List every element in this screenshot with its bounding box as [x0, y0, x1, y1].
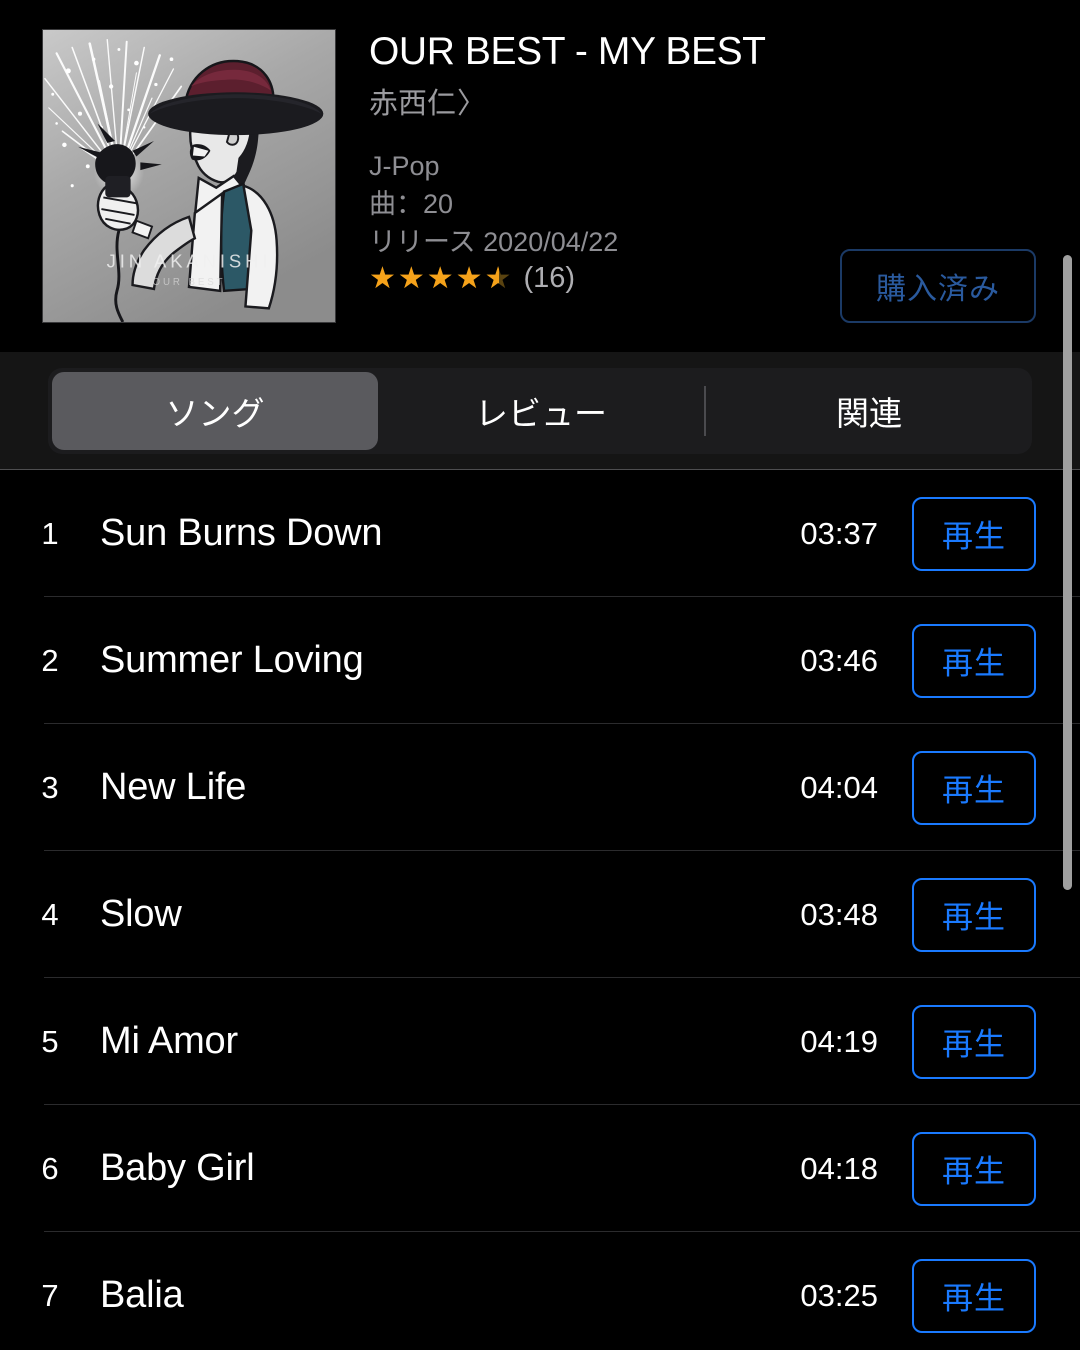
segmented-control: ソング レビュー 関連 — [48, 368, 1032, 454]
rating-count: (16) — [523, 262, 576, 295]
play-button[interactable]: 再生 — [912, 1004, 1036, 1079]
play-button[interactable]: 再生 — [912, 623, 1036, 698]
track-row[interactable]: 5 Mi Amor 04:19 再生 — [0, 978, 1080, 1105]
vertical-scrollbar[interactable] — [1063, 255, 1072, 890]
artist-name: 赤西仁 — [369, 87, 457, 120]
artwork-subcredit: OUR BEST — [152, 277, 225, 288]
track-row[interactable]: 3 New Life 04:04 再生 — [0, 724, 1080, 851]
track-title: Mi Amor — [100, 1020, 238, 1062]
star-rating-icon: ★★★★★ ★★★★★ — [369, 261, 514, 295]
album-release-date: リリース 2020/04/22 — [369, 226, 619, 257]
track-duration: 04:18 — [800, 1150, 878, 1186]
app-root: JIN AKANISHI OUR BEST OUR BEST - MY BEST… — [0, 0, 1080, 1350]
track-number: 6 — [41, 1150, 59, 1186]
track-duration: 03:48 — [800, 896, 878, 932]
play-button[interactable]: 再生 — [912, 1258, 1036, 1333]
track-duration: 03:25 — [800, 1277, 878, 1313]
track-number: 2 — [41, 642, 59, 678]
tab-bar: ソング レビュー 関連 — [0, 352, 1080, 470]
album-metadata: OUR BEST - MY BEST 赤西仁 〉 J-Pop 曲：20 リリース… — [369, 30, 839, 295]
track-duration: 04:19 — [800, 1023, 878, 1059]
artist-link[interactable]: 赤西仁 〉 — [369, 87, 839, 122]
album-artwork[interactable]: JIN AKANISHI OUR BEST — [42, 29, 336, 323]
play-button[interactable]: 再生 — [912, 1131, 1036, 1206]
track-number: 7 — [41, 1277, 59, 1313]
track-number: 4 — [41, 896, 59, 932]
track-row[interactable]: 1 Sun Burns Down 03:37 再生 — [0, 470, 1080, 597]
track-title: New Life — [100, 766, 247, 808]
track-duration: 04:04 — [800, 769, 878, 805]
artwork-credit: JIN AKANISHI — [107, 250, 272, 271]
purchased-button[interactable]: 購入済み — [840, 249, 1036, 323]
album-genre: J-Pop — [369, 150, 440, 181]
track-row[interactable]: 2 Summer Loving 03:46 再生 — [0, 597, 1080, 724]
track-duration: 03:37 — [800, 515, 878, 551]
play-button[interactable]: 再生 — [912, 496, 1036, 571]
track-number: 1 — [41, 515, 59, 551]
track-duration: 03:46 — [800, 642, 878, 678]
album-artwork-illustration: JIN AKANISHI OUR BEST — [43, 30, 335, 322]
tab-songs[interactable]: ソング — [52, 372, 378, 450]
chevron-right-icon: 〉 — [457, 87, 487, 120]
tab-related[interactable]: 関連 — [706, 372, 1032, 450]
track-title: Balia — [100, 1274, 184, 1316]
track-list: 1 Sun Burns Down 03:37 再生 2 Summer Loving 03:4… — [0, 470, 1080, 1350]
track-title: Baby Girl — [100, 1147, 255, 1189]
album-header: JIN AKANISHI OUR BEST OUR BEST - MY BEST… — [0, 0, 1080, 348]
album-title: OUR BEST - MY BEST — [369, 30, 766, 73]
track-title: Slow — [100, 893, 182, 935]
track-title: Summer Loving — [100, 639, 364, 681]
star-rating-fill: ★★★★★ — [369, 263, 499, 294]
track-number: 3 — [41, 769, 59, 805]
track-title: Sun Burns Down — [100, 512, 383, 554]
track-number: 5 — [41, 1023, 59, 1059]
play-button[interactable]: 再生 — [912, 750, 1036, 825]
tab-reviews[interactable]: レビュー — [378, 372, 704, 450]
track-row[interactable]: 7 Balia 03:25 再生 — [0, 1232, 1080, 1350]
album-track-count: 曲：20 — [369, 188, 454, 219]
track-row[interactable]: 6 Baby Girl 04:18 再生 — [0, 1105, 1080, 1232]
play-button[interactable]: 再生 — [912, 877, 1036, 952]
track-row[interactable]: 4 Slow 03:48 再生 — [0, 851, 1080, 978]
rating-row: ★★★★★ ★★★★★ (16) — [369, 262, 839, 295]
